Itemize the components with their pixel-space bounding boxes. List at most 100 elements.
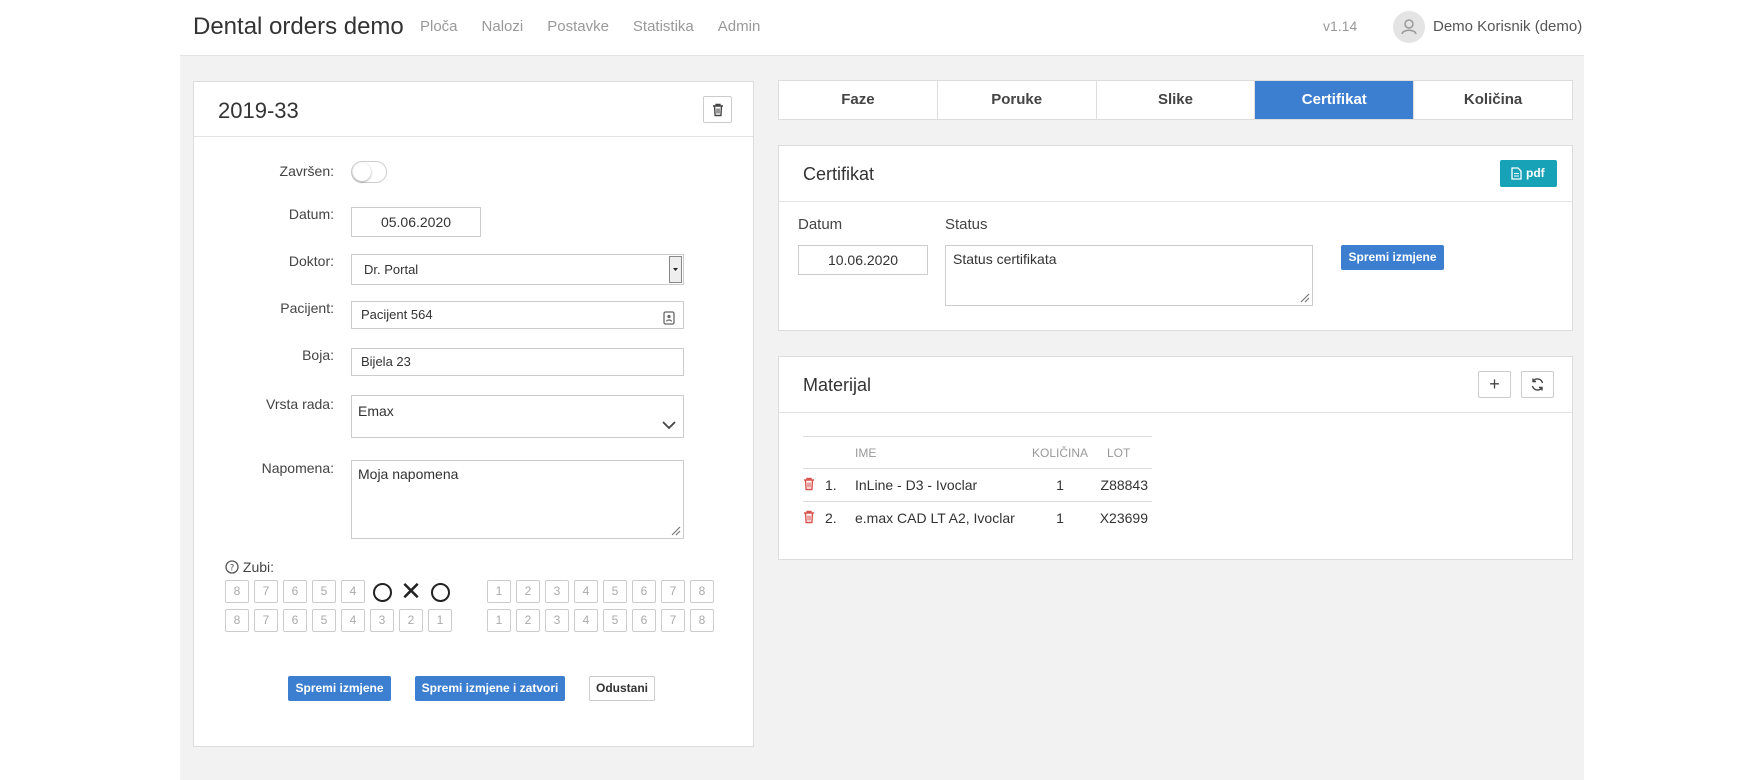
teeth-upper-left: 8 7 6 5 4 ✕: [225, 578, 457, 604]
datum-input[interactable]: 05.06.2020: [351, 207, 481, 237]
tooth-checkbox[interactable]: 2: [516, 609, 540, 632]
vrsta-rada-value: Emax: [358, 403, 394, 419]
tooth-checkbox[interactable]: 5: [312, 609, 336, 632]
cancel-button[interactable]: Odustani: [589, 676, 655, 701]
tab-kolicina[interactable]: Količina: [1414, 81, 1572, 119]
save-button[interactable]: Spremi izmjene: [288, 676, 391, 701]
col-lot: LOT: [1095, 436, 1152, 469]
col-ime: IME: [855, 436, 1025, 469]
tooth-circle-mark-icon: [372, 583, 392, 602]
boja-label: Boja:: [302, 347, 334, 363]
delete-row-button[interactable]: [803, 468, 825, 502]
tooth-checkbox[interactable]: 4: [341, 580, 365, 603]
tooth-checkbox[interactable]: 7: [661, 609, 685, 632]
tooth-checkbox[interactable]: 7: [254, 609, 278, 632]
tooth-checkbox[interactable]: 6: [632, 609, 656, 632]
app-title[interactable]: Dental orders demo: [193, 13, 404, 41]
tooth-checkbox[interactable]: [428, 580, 452, 603]
table-row: 2. e.max CAD LT A2, Ivoclar 1 X23699: [803, 501, 1152, 535]
pacijent-input[interactable]: Pacijent 564: [351, 301, 684, 329]
tooth-checkbox[interactable]: 1: [487, 580, 511, 603]
tab-certifikat[interactable]: Certifikat: [1255, 81, 1415, 119]
tooth-checkbox[interactable]: 3: [370, 609, 394, 632]
vrsta-rada-label: Vrsta rada:: [266, 396, 334, 412]
tooth-checkbox[interactable]: 3: [545, 580, 569, 603]
cert-datum-input[interactable]: 10.06.2020: [798, 245, 928, 275]
tooth-checkbox[interactable]: 6: [283, 580, 307, 603]
zavrsen-label: Završen:: [279, 163, 334, 179]
resize-handle-icon[interactable]: [669, 524, 681, 536]
save-close-button[interactable]: Spremi izmjene i zatvori: [415, 676, 565, 701]
refresh-material-button[interactable]: [1521, 371, 1554, 398]
tooth-checkbox[interactable]: 5: [312, 580, 336, 603]
nav-item-ploca[interactable]: Ploča: [420, 18, 458, 35]
tooth-checkbox[interactable]: 5: [603, 580, 627, 603]
teeth-lower-right: 12345678: [487, 609, 719, 632]
resize-handle-icon[interactable]: [1298, 291, 1310, 303]
datum-label: Datum:: [288, 206, 334, 222]
row-lot: Z88843: [1095, 468, 1152, 502]
zavrsen-toggle[interactable]: [351, 161, 387, 183]
nav-item-statistika[interactable]: Statistika: [633, 18, 694, 35]
row-name: e.max CAD LT A2, Ivoclar: [855, 501, 1025, 535]
row-name: InLine - D3 - Ivoclar: [855, 468, 1025, 502]
order-number: 2019-33: [218, 98, 299, 123]
tooth-checkbox[interactable]: 8: [225, 609, 249, 632]
tooth-checkbox[interactable]: 8: [690, 609, 714, 632]
row-index: 1.: [825, 468, 855, 502]
tooth-checkbox[interactable]: 7: [661, 580, 685, 603]
tooth-checkbox[interactable]: 1: [428, 609, 452, 632]
tab-faze[interactable]: Faze: [779, 81, 938, 119]
row-lot: X23699: [1095, 501, 1152, 535]
main-nav: Ploča Nalozi Postavke Statistika Admin: [420, 18, 784, 35]
certificate-header-divider: [779, 201, 1572, 202]
user-avatar-icon[interactable]: [1393, 11, 1425, 43]
delete-order-button[interactable]: [703, 96, 732, 123]
help-circle-icon[interactable]: ?: [225, 560, 239, 577]
tooth-checkbox[interactable]: 8: [690, 580, 714, 603]
material-table: IME KOLIČINA LOT 1. InLine - D3 - Ivocla…: [803, 436, 1152, 535]
pdf-button[interactable]: pdf: [1500, 160, 1557, 187]
delete-row-button[interactable]: [803, 501, 825, 535]
tooth-checkbox[interactable]: 1: [487, 609, 511, 632]
doktor-select[interactable]: Dr. Portal: [351, 254, 684, 285]
tooth-checkbox[interactable]: 8: [225, 580, 249, 603]
nav-item-admin[interactable]: Admin: [718, 18, 761, 35]
tooth-checkbox[interactable]: 6: [283, 609, 307, 632]
tooth-checkbox[interactable]: 4: [574, 580, 598, 603]
row-qty: 1: [1025, 501, 1095, 535]
tooth-checkbox[interactable]: 2: [399, 609, 423, 632]
dropdown-arrow-icon[interactable]: [669, 256, 682, 283]
contact-card-icon[interactable]: [663, 308, 675, 334]
vrsta-rada-select[interactable]: Emax: [351, 395, 684, 438]
tooth-checkbox[interactable]: [370, 580, 394, 603]
tab-poruke[interactable]: Poruke: [938, 81, 1097, 119]
tooth-circle-mark-icon: [430, 583, 450, 602]
cert-datum-label: Datum: [798, 216, 843, 233]
plus-icon: +: [1489, 374, 1500, 394]
tooth-checkbox[interactable]: 4: [574, 609, 598, 632]
tooth-checkbox[interactable]: 5: [603, 609, 627, 632]
row-index: 2.: [825, 501, 855, 535]
panel-header-divider: [194, 136, 753, 137]
user-name[interactable]: Demo Korisnik (demo): [1433, 18, 1582, 35]
tooth-checkbox[interactable]: 4: [341, 609, 365, 632]
tooth-checkbox[interactable]: 7: [254, 580, 278, 603]
napomena-label: Napomena:: [261, 460, 334, 476]
material-header-divider: [779, 412, 1572, 413]
tooth-checkbox[interactable]: 3: [545, 609, 569, 632]
pacijent-value: Pacijent 564: [361, 307, 433, 322]
nav-item-nalozi[interactable]: Nalozi: [482, 18, 524, 35]
tab-slike[interactable]: Slike: [1097, 81, 1256, 119]
nav-item-postavke[interactable]: Postavke: [547, 18, 609, 35]
tooth-checkbox[interactable]: ✕: [399, 578, 423, 604]
cert-status-textarea[interactable]: Status certifikata: [945, 245, 1313, 306]
add-material-button[interactable]: +: [1478, 371, 1511, 398]
napomena-textarea[interactable]: Moja napomena: [351, 460, 684, 539]
cert-save-button[interactable]: Spremi izmjene: [1341, 245, 1444, 270]
material-title: Materijal: [803, 375, 872, 395]
zubi-label: Zubi:: [242, 559, 275, 575]
boja-input[interactable]: Bijela 23: [351, 348, 684, 376]
tooth-checkbox[interactable]: 2: [516, 580, 540, 603]
tooth-checkbox[interactable]: 6: [632, 580, 656, 603]
